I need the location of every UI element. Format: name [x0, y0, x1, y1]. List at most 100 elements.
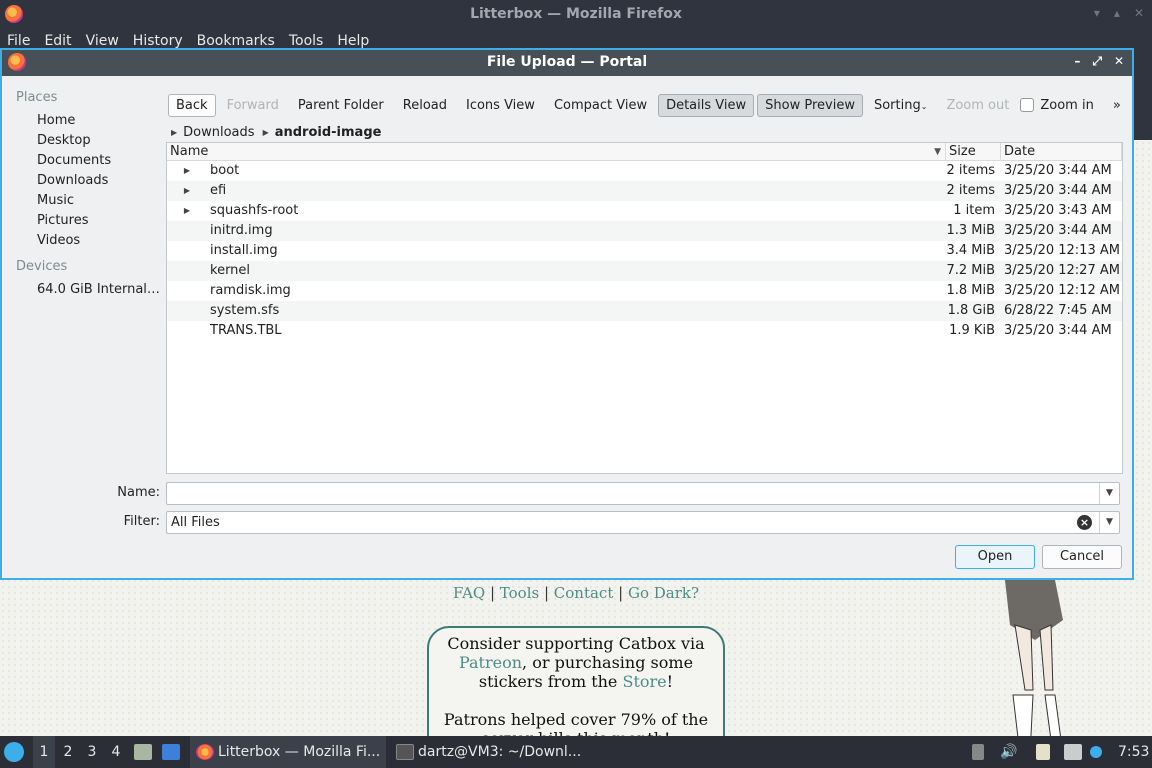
file-size: 2 items [946, 163, 995, 178]
details-view-button[interactable]: Details View [658, 93, 755, 117]
clear-icon[interactable]: × [1077, 515, 1092, 530]
workspace-3[interactable]: 3 [81, 736, 103, 768]
column-name-header[interactable]: Name ▼ [167, 143, 946, 160]
open-button[interactable]: Open [955, 545, 1035, 569]
file-upload-dialog: File Upload — Portal – ⤢ ✕ Places Home D… [0, 48, 1134, 580]
zoom-in-button[interactable]: Zoom in [1032, 94, 1101, 117]
file-date: 3/25/20 12:12 AM [1004, 283, 1120, 298]
dialog-minimize-icon[interactable]: – [1074, 54, 1080, 69]
reload-button[interactable]: Reload [395, 94, 455, 117]
menu-edit[interactable]: Edit [44, 30, 71, 50]
compact-view-button[interactable]: Compact View [546, 94, 655, 117]
place-videos[interactable]: Videos [6, 231, 162, 251]
expand-arrow-icon[interactable]: ▶ [167, 161, 207, 181]
place-music[interactable]: Music [6, 191, 162, 211]
file-row[interactable]: ▶ efi 2 items 3/25/20 3:44 AM [167, 181, 1122, 201]
page-header-band [1132, 50, 1152, 140]
crumb-current[interactable]: android-image [275, 125, 382, 140]
expand-arrow-icon[interactable]: ▶ [167, 181, 207, 201]
filter-select[interactable]: All Files × ▼ [166, 511, 1120, 534]
contact-link[interactable]: Contact [554, 584, 614, 602]
chevron-right-icon: ▶ [171, 127, 178, 137]
file-size: 1.9 KiB [949, 323, 995, 338]
task-terminal[interactable]: dartz@VM3: ~/Downl... [390, 736, 590, 768]
file-row[interactable]: initrd.img 1.3 MiB 3/25/20 3:44 AM [167, 221, 1122, 241]
menu-bookmarks[interactable]: Bookmarks [197, 30, 275, 50]
menu-view[interactable]: View [86, 30, 119, 50]
expand-arrow-icon[interactable]: ▶ [167, 201, 207, 221]
place-home[interactable]: Home [6, 111, 162, 131]
forward-button[interactable]: Forward [219, 94, 287, 117]
file-manager-icon[interactable] [134, 736, 156, 768]
taskbar: 1 2 3 4 Litterbox — Mozilla Fi... dartz@… [0, 736, 1152, 768]
row-spacer [167, 281, 207, 301]
row-spacer [167, 321, 207, 341]
close-icon[interactable]: ✕ [1134, 6, 1144, 20]
workspace-1[interactable]: 1 [33, 736, 55, 768]
chevron-down-icon[interactable]: ▼ [1099, 483, 1119, 504]
icons-view-button[interactable]: Icons View [458, 94, 543, 117]
file-name: efi [210, 183, 227, 198]
file-list-view[interactable]: Name ▼ Size Date ▶ boot 2 items 3/25/20 3:44… [166, 142, 1123, 474]
chevron-right-icon[interactable]: ▶ [263, 128, 269, 137]
place-documents[interactable]: Documents [6, 151, 162, 171]
file-row[interactable]: TRANS.TBL 1.9 KiB 3/25/20 3:44 AM [167, 321, 1122, 341]
file-name: TRANS.TBL [210, 323, 282, 338]
menu-file[interactable]: File [7, 30, 30, 50]
chevron-down-icon[interactable]: ▼ [1099, 512, 1119, 533]
start-menu-icon[interactable] [4, 736, 28, 768]
place-pictures[interactable]: Pictures [6, 211, 162, 231]
more-options-icon[interactable]: » [1105, 94, 1129, 117]
go-dark-link[interactable]: Go Dark? [628, 584, 699, 602]
menu-history[interactable]: History [133, 30, 183, 50]
device-internal-disk[interactable]: 64.0 GiB Internal ... [6, 280, 162, 300]
workspace-2[interactable]: 2 [57, 736, 79, 768]
file-size: 3.4 MiB [946, 243, 995, 258]
sorting-button[interactable]: Sorting⌄ [866, 94, 935, 117]
filter-row: Filter: All Files × ▼ [2, 511, 1132, 534]
file-row[interactable]: kernel 7.2 MiB 3/25/20 12:27 AM [167, 261, 1122, 281]
cancel-button[interactable]: Cancel [1042, 545, 1122, 569]
task-firefox[interactable]: Litterbox — Mozilla Fi... [190, 736, 386, 768]
zoom-out-button[interactable]: Zoom out [938, 94, 1017, 117]
row-spacer [167, 241, 207, 261]
clipboard-icon[interactable] [972, 736, 988, 768]
devices-header: Devices [16, 259, 68, 274]
support-text: Consider supporting Catbox via [447, 634, 705, 653]
dialog-toolbar: Back Forward Parent Folder Reload Icons … [168, 92, 1128, 118]
file-row[interactable]: ramdisk.img 1.8 MiB 3/25/20 12:12 AM [167, 281, 1122, 301]
column-size-header[interactable]: Size [946, 143, 1001, 160]
dialog-close-icon[interactable]: ✕ [1114, 54, 1124, 69]
show-preview-button[interactable]: Show Preview [757, 93, 863, 117]
network-icon[interactable] [1064, 736, 1086, 768]
back-button[interactable]: Back [168, 93, 216, 117]
place-desktop[interactable]: Desktop [6, 131, 162, 151]
file-row[interactable]: install.img 3.4 MiB 3/25/20 12:13 AM [167, 241, 1122, 261]
place-downloads[interactable]: Downloads [6, 171, 162, 191]
file-row[interactable]: ▶ squashfs-root 1 item 3/25/20 3:43 AM [167, 201, 1122, 221]
column-date-header[interactable]: Date [1001, 143, 1122, 160]
maximize-icon[interactable]: ▴ [1114, 6, 1120, 20]
notes-icon[interactable] [1036, 736, 1054, 768]
minimize-icon[interactable]: ▾ [1094, 6, 1100, 20]
volume-icon[interactable]: 🔊 [1000, 736, 1017, 768]
dialog-maximize-icon[interactable]: ⤢ [1092, 54, 1102, 69]
store-link[interactable]: Store [623, 672, 667, 691]
sort-descending-icon: ▼ [934, 147, 941, 157]
tools-link[interactable]: Tools [500, 584, 539, 602]
menu-help[interactable]: Help [337, 30, 369, 50]
crumb-downloads[interactable]: Downloads [183, 125, 254, 140]
menu-tools[interactable]: Tools [289, 30, 324, 50]
notifications-icon[interactable] [1090, 736, 1106, 768]
parent-folder-button[interactable]: Parent Folder [290, 94, 392, 117]
file-size: 2 items [946, 183, 995, 198]
workspace-4[interactable]: 4 [105, 736, 127, 768]
firefox-logo-icon [196, 744, 214, 760]
file-row[interactable]: system.sfs 1.8 GiB 6/28/22 7:45 AM [167, 301, 1122, 321]
desktop-icon[interactable] [162, 736, 184, 768]
faq-link[interactable]: FAQ [453, 584, 485, 602]
file-name: kernel [210, 263, 251, 278]
filename-field[interactable]: ▼ [166, 482, 1120, 505]
patreon-link[interactable]: Patreon [459, 653, 522, 672]
file-row[interactable]: ▶ boot 2 items 3/25/20 3:44 AM [167, 161, 1122, 181]
